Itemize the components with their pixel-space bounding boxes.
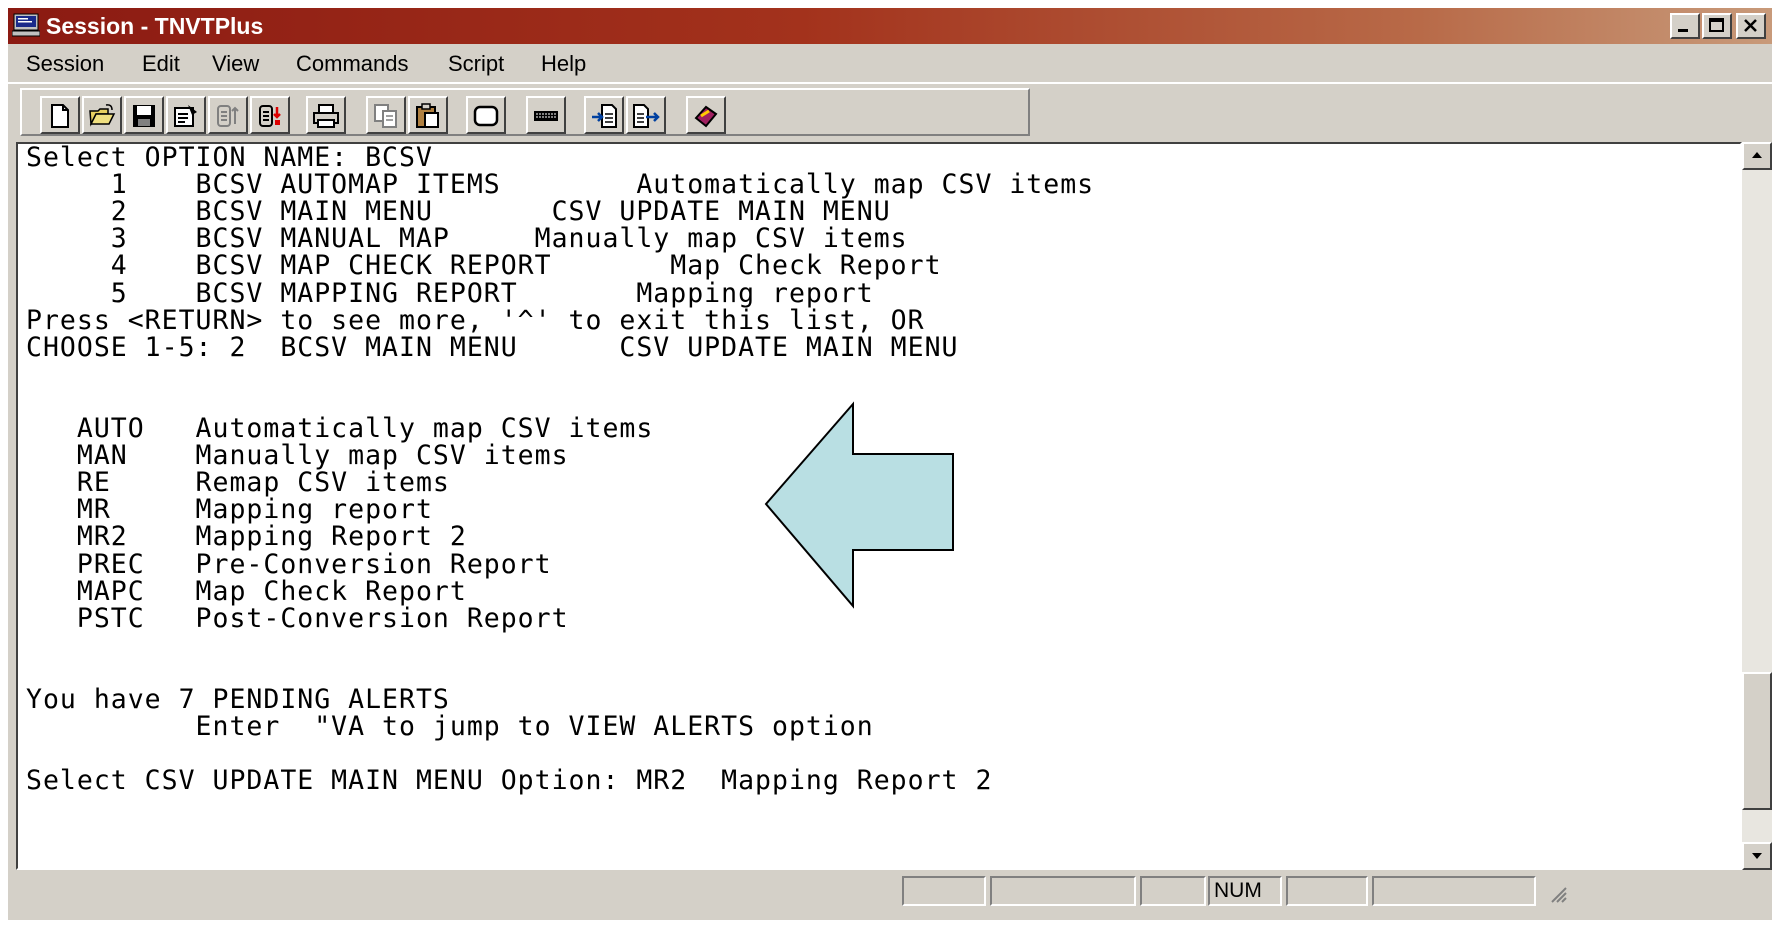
- keyboard-icon: [534, 111, 558, 121]
- menu-script[interactable]: Script: [448, 52, 504, 76]
- scroll-up-icon: [1752, 152, 1762, 158]
- rectangle-icon: [473, 105, 499, 127]
- disconnect-button[interactable]: [208, 96, 248, 134]
- new-button[interactable]: [40, 96, 80, 134]
- status-bar: NUM: [8, 872, 1772, 908]
- save-icon: [133, 105, 155, 127]
- receive-file-button[interactable]: [584, 96, 624, 134]
- left-arrow-annotation: [764, 401, 954, 609]
- minimize-icon: [1678, 29, 1688, 32]
- eraser-icon: [694, 105, 718, 128]
- status-panel-2: [990, 876, 1136, 906]
- minimize-button[interactable]: [1670, 13, 1700, 39]
- properties-icon: [174, 105, 197, 127]
- terminal-screen[interactable]: Select OPTION NAME: BCSV 1 BCSV AUTOMAP …: [16, 142, 1742, 870]
- scroll-down-button[interactable]: [1742, 842, 1772, 870]
- window-title: Session - TNVTPlus: [46, 13, 264, 39]
- copy-icon: [374, 104, 397, 128]
- send-file-button[interactable]: [626, 96, 666, 134]
- open-button[interactable]: [82, 96, 122, 134]
- maximize-button[interactable]: [1702, 13, 1732, 39]
- print-button[interactable]: [306, 96, 346, 134]
- properties-button[interactable]: [166, 96, 206, 134]
- menu-commands[interactable]: Commands: [296, 52, 408, 76]
- paste-icon: [416, 103, 439, 128]
- copy-button[interactable]: [366, 96, 406, 134]
- print-icon: [313, 104, 339, 128]
- terminal-app-icon: [12, 13, 40, 37]
- toolbar-group: [20, 88, 1030, 136]
- maximize-icon: [1709, 18, 1724, 32]
- menu-view[interactable]: View: [212, 52, 259, 76]
- send-file-icon: [633, 104, 660, 128]
- num-lock-indicator: NUM: [1208, 876, 1282, 906]
- toolbar: [8, 82, 1772, 140]
- resize-grip-icon[interactable]: [1546, 882, 1568, 904]
- title-bar[interactable]: Session - TNVTPlus: [8, 8, 1772, 44]
- eraser-button[interactable]: [686, 96, 726, 134]
- close-button[interactable]: [1736, 13, 1766, 39]
- vertical-scrollbar[interactable]: [1742, 142, 1772, 870]
- paste-button[interactable]: [408, 96, 448, 134]
- menu-help[interactable]: Help: [541, 52, 586, 76]
- open-folder-icon: [89, 104, 116, 127]
- new-file-icon: [51, 104, 69, 128]
- connect-icon: [259, 105, 281, 127]
- scroll-down-icon: [1752, 853, 1762, 859]
- status-panel-6: [1372, 876, 1536, 906]
- scroll-thumb[interactable]: [1742, 672, 1772, 810]
- menu-session[interactable]: Session: [26, 52, 104, 76]
- status-panel-3: [1140, 876, 1206, 906]
- application-window: Session - TNVTPlus Session Edit View Com…: [8, 8, 1772, 920]
- close-icon: [1744, 19, 1757, 32]
- disconnect-icon: [217, 105, 239, 127]
- status-panel-1: [902, 876, 986, 906]
- rectangle-button[interactable]: [466, 96, 506, 134]
- menu-bar: Session Edit View Commands Script Help: [8, 46, 1772, 80]
- menu-edit[interactable]: Edit: [142, 52, 180, 76]
- keyboard-button[interactable]: [526, 96, 566, 134]
- status-panel-5: [1286, 876, 1368, 906]
- save-button[interactable]: [124, 96, 164, 134]
- connect-button[interactable]: [250, 96, 290, 134]
- receive-file-icon: [592, 104, 617, 128]
- scroll-up-button[interactable]: [1742, 142, 1772, 170]
